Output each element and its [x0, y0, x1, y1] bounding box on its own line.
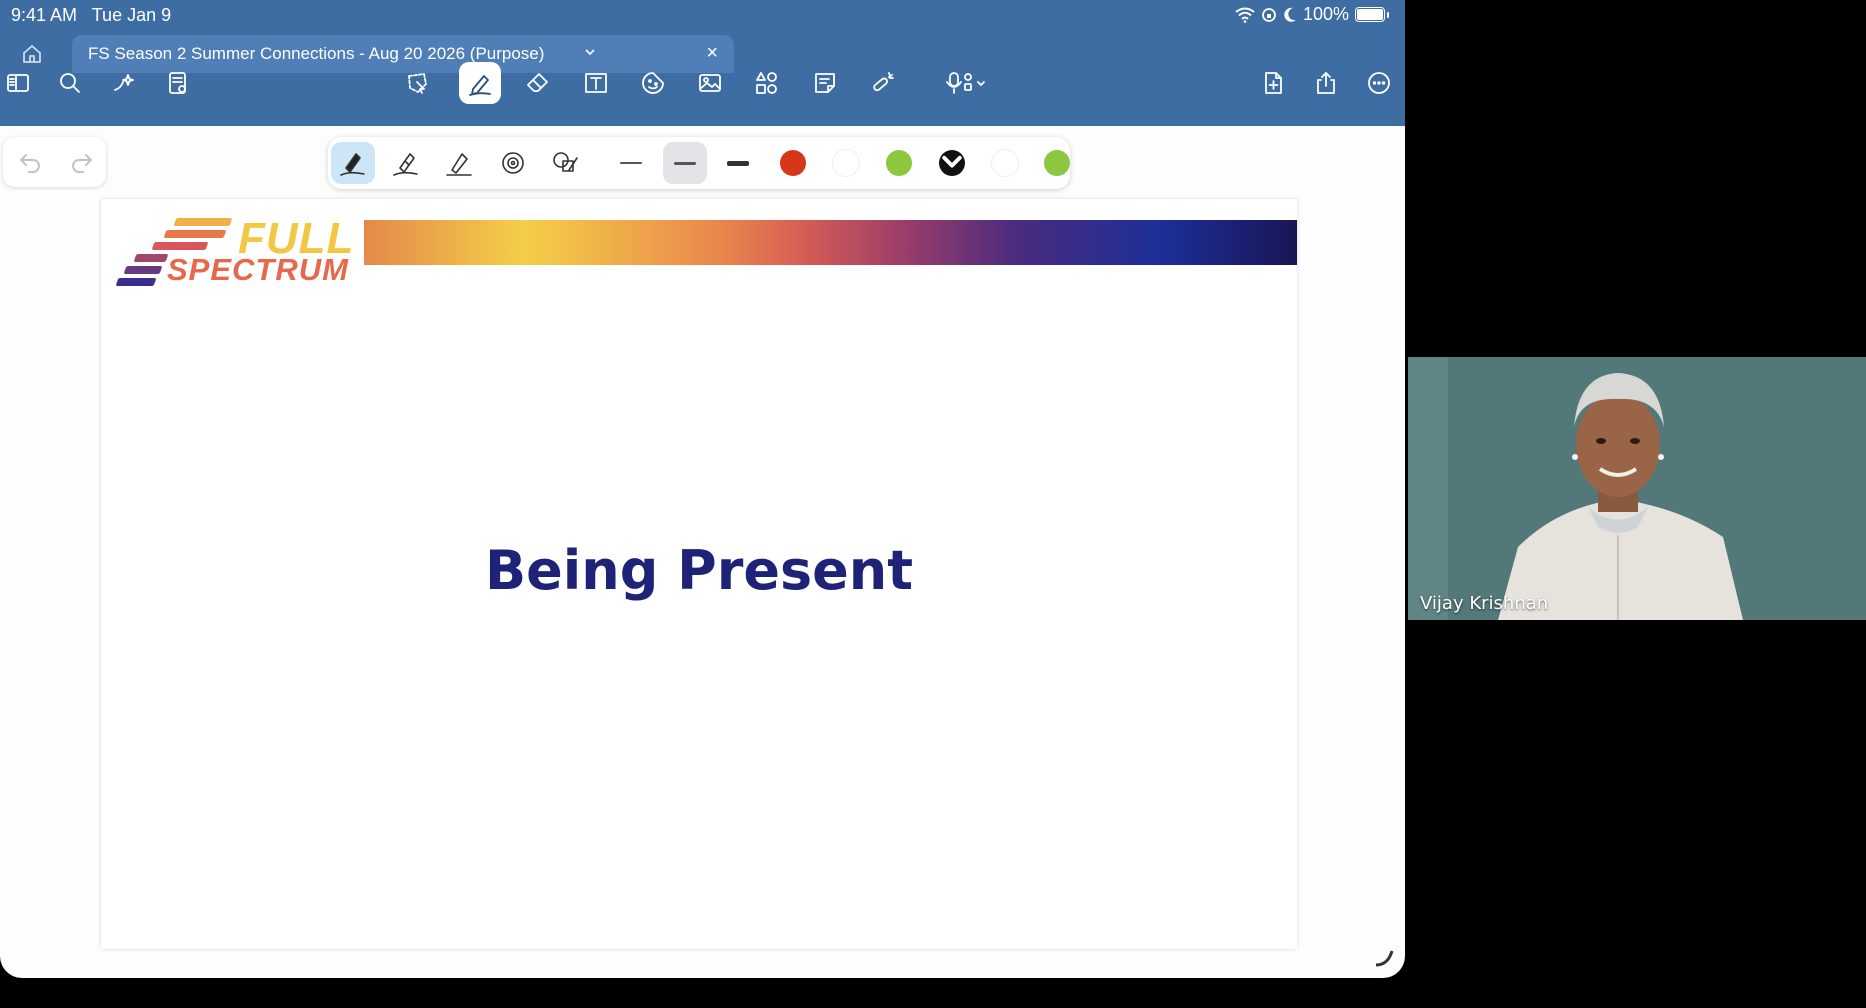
microphone-icon[interactable] — [937, 65, 997, 101]
participant-video-feed — [1408, 357, 1866, 620]
spectrum-banner — [364, 220, 1297, 265]
pen-icon[interactable] — [459, 62, 501, 104]
brush-pen-icon[interactable] — [437, 142, 481, 184]
chevron-down-icon[interactable] — [584, 47, 596, 57]
stroke-thin[interactable] — [609, 142, 653, 184]
color-swatch-white[interactable] — [824, 142, 868, 184]
laser-pointer-icon[interactable] — [864, 65, 900, 101]
lasso-select-icon[interactable] — [399, 65, 435, 101]
more-icon[interactable] — [1361, 65, 1397, 101]
moon-icon — [1284, 7, 1296, 22]
participant-name: Vijay Krishnan — [1420, 593, 1549, 614]
image-icon[interactable] — [692, 65, 728, 101]
spiral-icon[interactable] — [491, 142, 535, 184]
share-icon[interactable] — [1308, 65, 1344, 101]
document-icon[interactable] — [160, 65, 196, 101]
wifi-icon — [1235, 7, 1255, 23]
eraser-icon[interactable] — [520, 65, 556, 101]
rotation-lock-icon — [1262, 7, 1276, 22]
checkmark-icon — [942, 155, 962, 168]
slide-canvas[interactable]: FULL SPECTRUM Being Present — [101, 199, 1297, 949]
battery-icon — [1355, 7, 1385, 22]
slide-title: Being Present — [484, 539, 914, 602]
color-swatch-white-2[interactable] — [983, 142, 1027, 184]
shape-pen-icon[interactable] — [544, 142, 588, 184]
close-tab-button[interactable]: × — [706, 42, 718, 65]
stroke-thick[interactable] — [716, 142, 760, 184]
sparkle-icon[interactable] — [106, 65, 142, 101]
fountain-pen-icon[interactable] — [331, 142, 375, 184]
color-swatch-green-2[interactable] — [1035, 142, 1079, 184]
redo-icon[interactable] — [69, 149, 95, 175]
ipad-screen: 9:41 AM Tue Jan 9 100% FS Season 2 Summe… — [0, 0, 1405, 978]
participant-video-tile[interactable]: Vijay Krishnan — [1408, 357, 1866, 620]
ball-pen-icon[interactable] — [384, 142, 428, 184]
resize-grip-icon[interactable] — [1373, 946, 1395, 968]
status-clock: 9:41 AM — [11, 5, 78, 25]
add-page-icon[interactable] — [1255, 65, 1291, 101]
undo-redo-group — [3, 137, 106, 187]
home-icon[interactable] — [20, 42, 44, 66]
sticker-icon[interactable] — [635, 65, 671, 101]
battery-percentage: 100% — [1302, 4, 1349, 24]
color-swatch-red[interactable] — [771, 142, 815, 184]
pen-palette — [328, 137, 1070, 189]
logo-word-spectrum: SPECTRUM — [167, 252, 349, 287]
battery-cap-icon — [1387, 11, 1389, 18]
color-swatch-black-selected[interactable] — [930, 142, 974, 184]
app-header: 9:41 AM Tue Jan 9 100% FS Season 2 Summe… — [0, 0, 1405, 126]
full-spectrum-logo: FULL SPECTRUM — [113, 214, 353, 289]
shapes-icon[interactable] — [749, 65, 785, 101]
search-icon[interactable] — [52, 65, 88, 101]
sticky-note-icon[interactable] — [807, 65, 843, 101]
document-tab-title: FS Season 2 Summer Connections - Aug 20 … — [88, 44, 545, 63]
text-box-icon[interactable] — [578, 65, 614, 101]
status-time: 9:41 AM Tue Jan 9 — [11, 5, 171, 26]
stroke-medium[interactable] — [663, 142, 707, 184]
sidebar-icon[interactable] — [0, 65, 36, 101]
status-date: Tue Jan 9 — [91, 5, 172, 25]
status-indicators: 100% — [1235, 4, 1389, 25]
undo-icon[interactable] — [17, 149, 43, 175]
color-swatch-green[interactable] — [877, 142, 921, 184]
